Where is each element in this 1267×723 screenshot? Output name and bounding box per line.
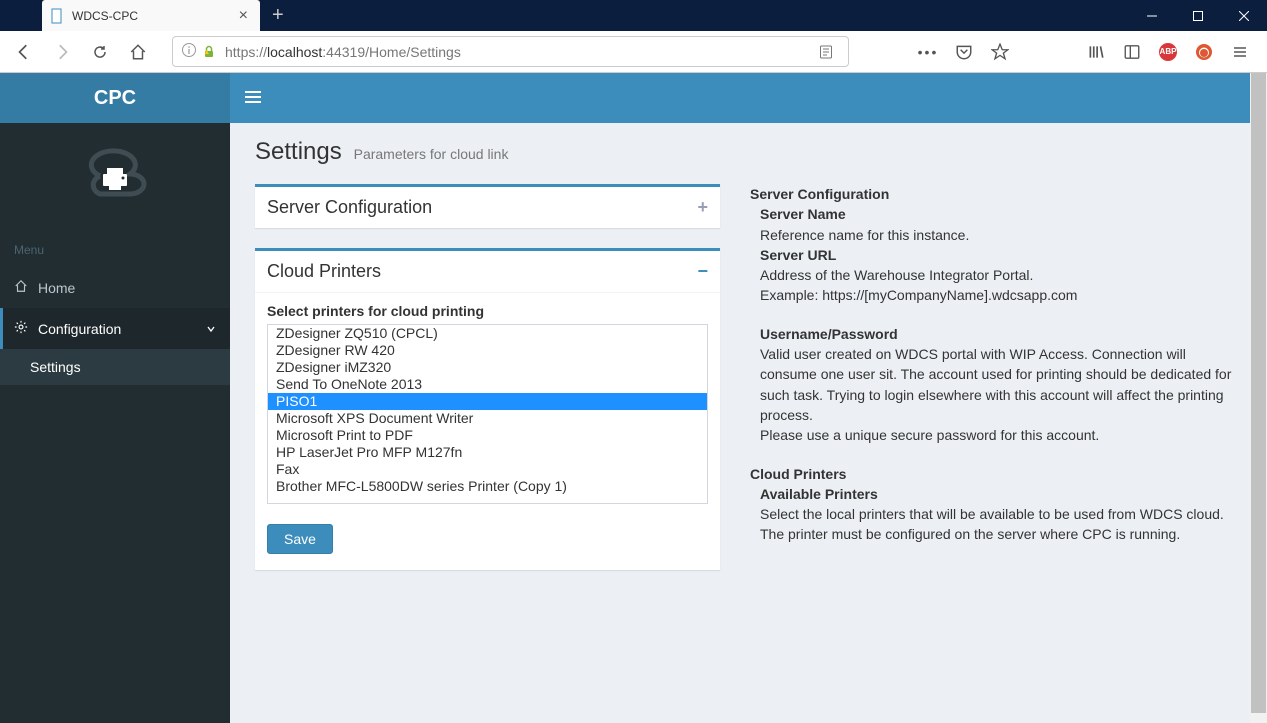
save-button[interactable]: Save: [267, 524, 333, 554]
duckduckgo-icon[interactable]: [1191, 39, 1217, 65]
panel-cloud-printers: Cloud Printers − Select printers for clo…: [255, 248, 720, 570]
panel-header[interactable]: Server Configuration +: [255, 187, 720, 228]
help-text-line: Valid user created on WDCS portal with W…: [760, 346, 1231, 423]
page-subtitle: Parameters for cloud link: [354, 146, 509, 162]
window-controls: [1129, 0, 1267, 31]
printer-multiselect[interactable]: ZDesigner ZQ510 (CPCL)ZDesigner RW 420ZD…: [267, 324, 708, 504]
abp-icon[interactable]: ABP: [1155, 39, 1181, 65]
sidebar-item-configuration[interactable]: Configuration: [0, 308, 230, 349]
tab-title: WDCS-CPC: [72, 9, 235, 23]
help-subheading: Username/Password: [760, 326, 898, 342]
sidebar: CPC Menu Home Configuration Settings: [0, 73, 230, 723]
sidebar-item-label: Configuration: [38, 321, 121, 337]
brand-logo[interactable]: CPC: [0, 73, 230, 123]
sidebar-printer-logo: [0, 123, 230, 233]
select-printers-label: Select printers for cloud printing: [267, 303, 708, 319]
expand-icon[interactable]: +: [697, 197, 708, 218]
content-area: Settings Parameters for cloud link Serve…: [230, 123, 1267, 723]
printer-option[interactable]: PISO1: [268, 393, 707, 410]
printer-option[interactable]: Send To OneNote 2013: [268, 376, 707, 393]
content-wrapper: Settings Parameters for cloud link Serve…: [230, 73, 1267, 723]
site-info-icon[interactable]: [181, 42, 197, 61]
help-text-line: Reference name for this instance.: [760, 227, 969, 243]
printer-option[interactable]: ZDesigner iMZ320: [268, 359, 707, 376]
nav-home-button[interactable]: [122, 36, 154, 68]
sidebar-item-label: Home: [38, 280, 75, 296]
nav-reload-button[interactable]: [84, 36, 116, 68]
help-subheading: Server Name: [760, 206, 846, 222]
library-icon[interactable]: [1083, 39, 1109, 65]
help-subheading: Available Printers: [760, 486, 878, 502]
url-text: https://localhost:44319/Home/Settings: [225, 44, 812, 60]
help-text: Server Configuration Server Name Referen…: [750, 184, 1242, 590]
url-bar[interactable]: https://localhost:44319/Home/Settings: [172, 36, 849, 67]
help-text-line: Example: https://[myCompanyName].wdcsapp…: [760, 287, 1077, 303]
sidebar-item-home[interactable]: Home: [0, 267, 230, 308]
topbar: [230, 73, 1267, 123]
printer-option[interactable]: Brother MFC-L5800DW series Printer (Copy…: [268, 478, 707, 495]
sidebar-toggle-button[interactable]: [245, 90, 261, 107]
printer-option[interactable]: ZDesigner ZQ510 (CPCL): [268, 325, 707, 342]
nav-back-button[interactable]: [8, 36, 40, 68]
tab-close-icon[interactable]: ×: [235, 7, 252, 25]
sidebar-toggle-icon[interactable]: [1119, 39, 1145, 65]
help-heading: Server Configuration: [750, 186, 889, 202]
bookmark-star-icon[interactable]: [987, 39, 1013, 65]
page-actions-icon[interactable]: •••: [915, 39, 941, 65]
page-title: Settings: [255, 138, 342, 165]
help-text-line: Select the local printers that will be a…: [760, 506, 1224, 522]
help-text-line: Address of the Warehouse Integrator Port…: [760, 267, 1033, 283]
panel-server-configuration: Server Configuration +: [255, 184, 720, 228]
window-maximize-button[interactable]: [1175, 0, 1221, 31]
window-close-button[interactable]: [1221, 0, 1267, 31]
help-text-line: Please use a unique secure password for …: [760, 427, 1099, 443]
help-heading: Cloud Printers: [750, 466, 846, 482]
browser-tab[interactable]: WDCS-CPC ×: [42, 0, 260, 31]
panel-title: Cloud Printers: [267, 261, 697, 282]
gear-icon: [14, 320, 28, 337]
vertical-scrollbar[interactable]: [1250, 73, 1267, 723]
chevron-down-icon: [206, 321, 216, 337]
tab-favicon: [50, 8, 66, 24]
printer-option[interactable]: Fax: [268, 461, 707, 478]
reader-mode-icon[interactable]: [812, 44, 840, 60]
printer-option[interactable]: ZDesigner RW 420: [268, 342, 707, 359]
home-icon: [14, 279, 28, 296]
nav-forward-button[interactable]: [46, 36, 78, 68]
new-tab-button[interactable]: +: [260, 0, 296, 31]
page-header: Settings Parameters for cloud link: [255, 138, 1242, 166]
help-subheading: Server URL: [760, 247, 836, 263]
page-viewport: CPC Menu Home Configuration Settings: [0, 73, 1267, 723]
pocket-icon[interactable]: [951, 39, 977, 65]
app-menu-icon[interactable]: [1227, 39, 1253, 65]
menu-header: Menu: [0, 233, 230, 267]
help-text-line: The printer must be configured on the se…: [760, 526, 1180, 542]
sidebar-item-label: Settings: [30, 359, 81, 375]
browser-navbar: https://localhost:44319/Home/Settings ••…: [0, 31, 1267, 73]
printer-option[interactable]: Microsoft Print to PDF: [268, 427, 707, 444]
printer-option[interactable]: HP LaserJet Pro MFP M127fn: [268, 444, 707, 461]
panel-header[interactable]: Cloud Printers −: [255, 251, 720, 293]
lock-warning-icon[interactable]: [201, 44, 217, 60]
panel-title: Server Configuration: [267, 197, 697, 218]
printer-option[interactable]: Microsoft XPS Document Writer: [268, 410, 707, 427]
window-minimize-button[interactable]: [1129, 0, 1175, 31]
collapse-icon[interactable]: −: [697, 261, 708, 282]
window-titlebar: WDCS-CPC × +: [0, 0, 1267, 31]
scrollbar-thumb[interactable]: [1251, 73, 1266, 713]
sidebar-subitem-settings[interactable]: Settings: [0, 349, 230, 385]
